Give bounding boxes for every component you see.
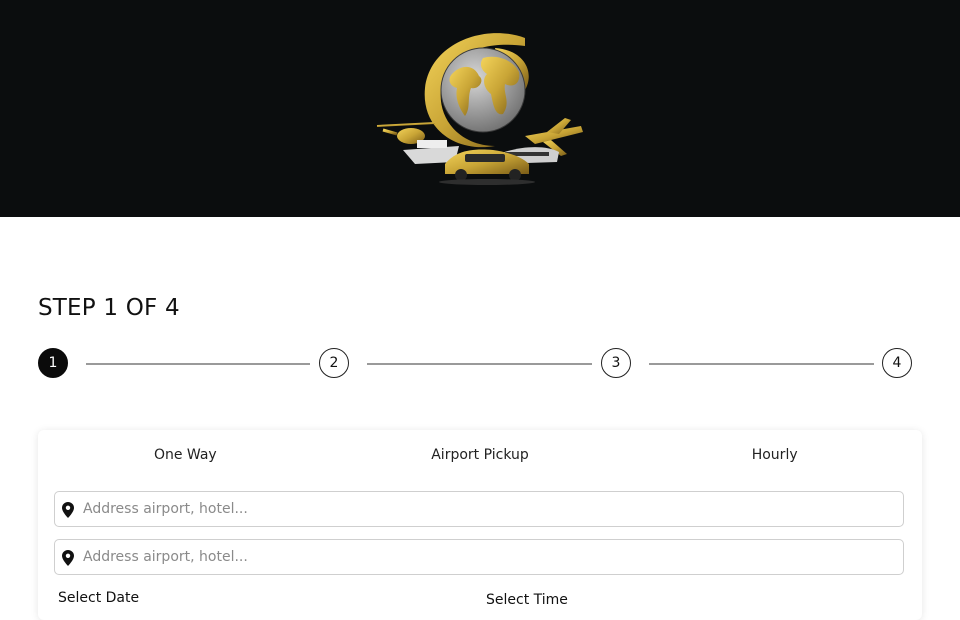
select-time-label: Select Time	[486, 592, 568, 608]
booking-form-card: One Way Airport Pickup Hourly Select Dat…	[38, 430, 922, 620]
location-pin-icon	[62, 502, 74, 518]
step-title: STEP 1 OF 4	[38, 295, 180, 321]
globe-travel-logo-icon	[376, 33, 583, 185]
dropoff-address-field[interactable]	[54, 539, 904, 575]
tab-one-way[interactable]: One Way	[38, 430, 333, 480]
select-date-label: Select Date	[58, 590, 140, 606]
step-connector	[86, 363, 310, 365]
location-pin-icon	[62, 550, 74, 566]
step-connector	[649, 363, 874, 365]
pickup-address-field[interactable]	[54, 491, 904, 527]
dropoff-address-input[interactable]	[83, 540, 893, 574]
pickup-address-input[interactable]	[83, 492, 893, 526]
step-2-indicator[interactable]: 2	[319, 348, 349, 378]
tab-airport-pickup[interactable]: Airport Pickup	[333, 430, 628, 480]
step-connector	[367, 363, 592, 365]
step-4-indicator[interactable]: 4	[882, 348, 912, 378]
step-3-indicator[interactable]: 3	[601, 348, 631, 378]
header-banner	[0, 0, 960, 217]
progress-stepper: 1 2 3 4	[38, 348, 914, 382]
tab-hourly[interactable]: Hourly	[627, 430, 922, 480]
step-1-indicator[interactable]: 1	[38, 348, 68, 378]
service-type-tabs: One Way Airport Pickup Hourly	[38, 430, 922, 480]
